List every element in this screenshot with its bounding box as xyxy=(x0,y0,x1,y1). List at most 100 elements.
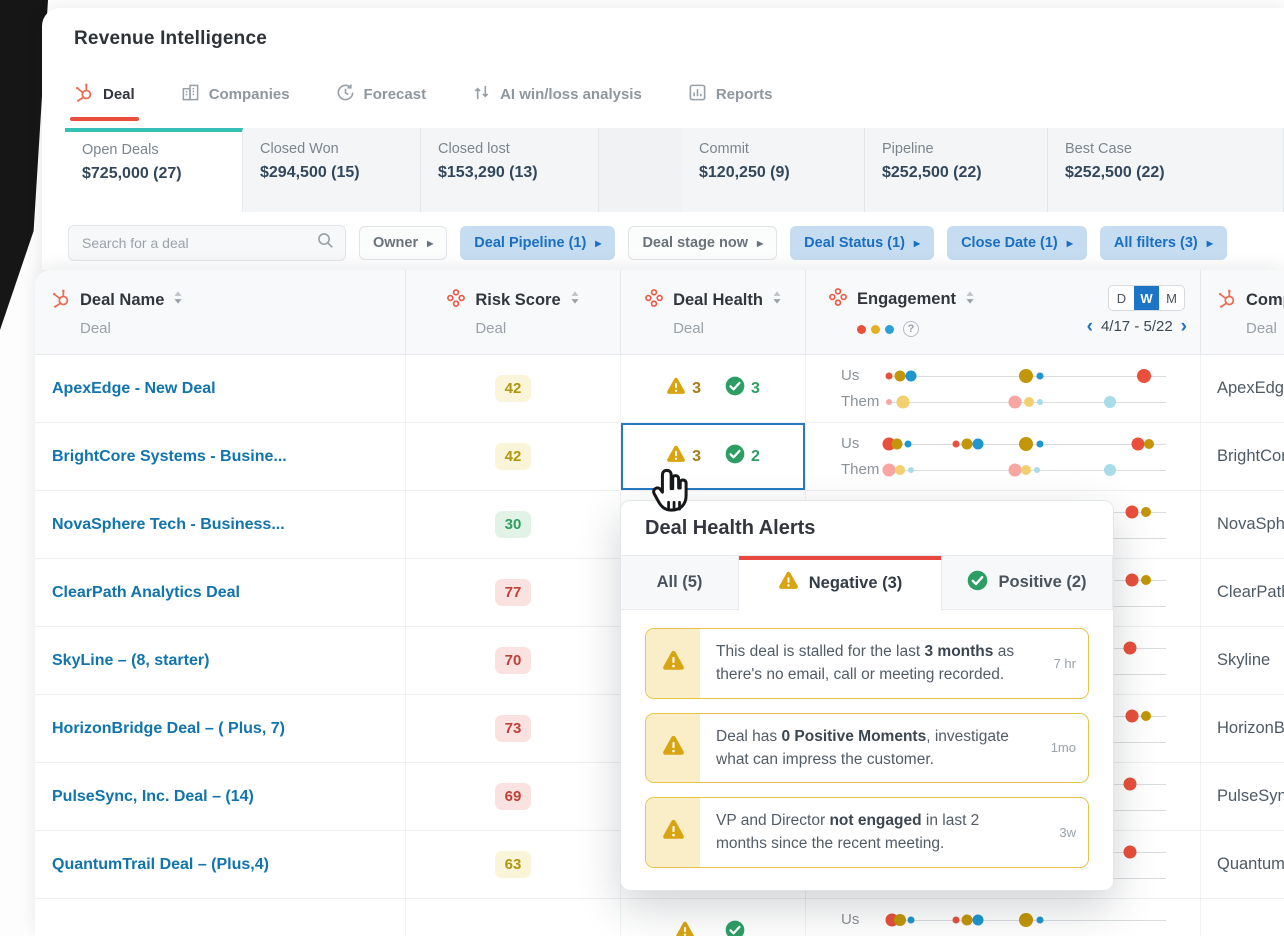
filter-chip-owner[interactable]: Owner ▶ xyxy=(359,226,448,260)
nav-tab-companies[interactable]: Companies xyxy=(181,83,290,106)
deal-name-link[interactable]: SkyLine – (8, starter) xyxy=(35,627,405,694)
engagement-dot[interactable] xyxy=(1104,395,1116,408)
engagement-dot[interactable] xyxy=(961,914,973,925)
alert-card[interactable]: VP and Director not engaged in last 2 mo… xyxy=(645,797,1089,868)
engagement-dot[interactable] xyxy=(1036,916,1044,923)
filter-chip-all-filters-3-[interactable]: All filters (3) ▶ xyxy=(1099,226,1227,260)
toggle-d[interactable]: D xyxy=(1109,286,1134,310)
engagement-dot[interactable] xyxy=(1104,463,1116,476)
engagement-dot[interactable] xyxy=(1141,506,1152,517)
engagement-dot[interactable] xyxy=(1123,777,1137,790)
nav-tab-deal[interactable]: Deal xyxy=(70,82,139,121)
engagement-dot[interactable] xyxy=(972,914,984,925)
engagement-dot[interactable] xyxy=(1021,464,1031,475)
deal-name-link[interactable] xyxy=(35,899,405,936)
col-header-risk-score[interactable]: Risk Score Deal xyxy=(405,270,620,354)
engagement-dot[interactable] xyxy=(894,913,906,926)
summary-card-best-case[interactable]: Best Case $252,500 (22) xyxy=(1048,128,1284,212)
col-header-company[interactable]: Company Deal xyxy=(1200,270,1284,354)
popup-tab-negative-3-[interactable]: Negative (3) xyxy=(739,556,942,610)
chevron-left-icon[interactable]: ‹ xyxy=(1087,317,1093,336)
engagement-dot[interactable] xyxy=(1019,368,1033,383)
summary-card-open-deals[interactable]: Open Deals $725,000 (27) xyxy=(65,128,243,212)
deal-name-link[interactable]: ApexEdge - New Deal xyxy=(35,355,405,422)
engagement-dot[interactable] xyxy=(891,438,903,449)
engagement-dot[interactable] xyxy=(1019,436,1033,451)
engagement-dot[interactable] xyxy=(882,463,896,476)
engagement-dot[interactable] xyxy=(972,438,984,449)
nav-tab-forecast[interactable]: Forecast xyxy=(336,83,426,106)
engagement-dot[interactable] xyxy=(904,440,912,447)
engagement-dot[interactable] xyxy=(1008,395,1022,408)
filter-chip-deal-pipeline-1-[interactable]: Deal Pipeline (1) ▶ xyxy=(460,226,616,260)
sort-icon[interactable] xyxy=(772,290,782,310)
engagement-dot[interactable] xyxy=(1131,437,1145,450)
chevron-right-icon[interactable]: › xyxy=(1181,317,1187,336)
engagement-dot[interactable] xyxy=(1034,466,1041,473)
deal-name-link[interactable]: BrightCore Systems - Busine... xyxy=(35,423,405,490)
engagement-dot[interactable] xyxy=(1144,438,1155,449)
engagement-dot[interactable] xyxy=(1141,710,1152,721)
summary-card-commit[interactable]: Commit $120,250 (9) xyxy=(682,128,865,212)
engagement-dot[interactable] xyxy=(1136,368,1151,383)
summary-card-pipeline[interactable]: Pipeline $252,500 (22) xyxy=(865,128,1048,212)
deal-name-link[interactable]: NovaSphere Tech - Business... xyxy=(35,491,405,558)
negative-alerts-count[interactable]: 3 xyxy=(666,377,701,400)
engagement-dot[interactable] xyxy=(896,395,910,408)
search-deal-box[interactable] xyxy=(68,225,346,261)
deal-name-link[interactable]: QuantumTrail Deal – (Plus,4) xyxy=(35,831,405,898)
engagement-dot[interactable] xyxy=(961,438,973,449)
engagement-dot[interactable] xyxy=(907,916,915,923)
filter-chip-deal-stage-now[interactable]: Deal stage now ▶ xyxy=(628,226,778,260)
sort-icon[interactable] xyxy=(570,290,580,310)
positive-alerts-count[interactable] xyxy=(725,920,751,936)
filter-chip-deal-status-1-[interactable]: Deal Status (1) ▶ xyxy=(790,226,935,260)
engagement-dot[interactable] xyxy=(1036,372,1044,379)
positive-alerts-count[interactable]: 2 xyxy=(725,444,760,469)
search-input[interactable] xyxy=(80,234,309,252)
nav-tab-ai-win-loss-analysis[interactable]: AI win/loss analysis xyxy=(472,83,642,106)
alert-card[interactable]: This deal is stalled for the last 3 mont… xyxy=(645,628,1089,699)
toggle-m[interactable]: M xyxy=(1159,286,1184,310)
deal-health-cell[interactable] xyxy=(620,899,805,936)
col-header-deal-health[interactable]: Deal Health Deal xyxy=(620,270,805,354)
summary-card-closed-lost[interactable]: Closed lost $153,290 (13) xyxy=(421,128,599,212)
deal-name-link[interactable]: ClearPath Analytics Deal xyxy=(35,559,405,626)
deal-health-cell[interactable]: 32 xyxy=(620,423,805,490)
engagement-dot[interactable] xyxy=(885,398,892,405)
engagement-dot[interactable] xyxy=(1125,573,1139,586)
sort-icon[interactable] xyxy=(173,290,183,310)
col-header-deal-name[interactable]: Deal Name Deal xyxy=(35,270,405,354)
engagement-dot[interactable] xyxy=(1141,574,1152,585)
period-toggle[interactable]: DWM xyxy=(1108,285,1185,311)
toggle-w[interactable]: W xyxy=(1134,286,1159,310)
engagement-dot[interactable] xyxy=(1036,440,1044,447)
alert-card[interactable]: Deal has 0 Positive Moments, investigate… xyxy=(645,712,1089,783)
engagement-dot[interactable] xyxy=(952,916,960,923)
engagement-dot[interactable] xyxy=(885,372,893,379)
engagement-dot[interactable] xyxy=(1008,463,1022,476)
engagement-dot[interactable] xyxy=(1037,398,1043,405)
engagement-dot[interactable] xyxy=(905,370,917,381)
engagement-dot[interactable] xyxy=(1125,505,1139,518)
engagement-dot[interactable] xyxy=(1019,912,1033,927)
negative-alerts-count[interactable]: 3 xyxy=(666,445,701,468)
nav-tab-reports[interactable]: Reports xyxy=(688,83,773,106)
negative-alerts-count[interactable] xyxy=(675,921,701,936)
positive-alerts-count[interactable]: 3 xyxy=(725,376,760,401)
summary-card-closed-won[interactable]: Closed Won $294,500 (15) xyxy=(243,128,421,212)
engagement-dot[interactable] xyxy=(908,466,915,473)
deal-name-link[interactable]: HorizonBridge Deal – ( Plus, 7) xyxy=(35,695,405,762)
deal-name-link[interactable]: PulseSync, Inc. Deal – (14) xyxy=(35,763,405,830)
filter-chip-close-date-1-[interactable]: Close Date (1) ▶ xyxy=(947,226,1087,260)
deal-health-cell[interactable]: 33 xyxy=(620,355,805,422)
engagement-dot[interactable] xyxy=(1023,396,1034,407)
engagement-dot[interactable] xyxy=(1123,845,1137,858)
sort-icon[interactable] xyxy=(965,290,975,310)
engagement-dot[interactable] xyxy=(1125,709,1139,722)
engagement-dot[interactable] xyxy=(894,370,906,381)
engagement-dot[interactable] xyxy=(952,440,960,447)
help-icon[interactable]: ? xyxy=(903,321,919,337)
engagement-dot[interactable] xyxy=(1123,641,1137,654)
engagement-dot[interactable] xyxy=(895,464,905,475)
